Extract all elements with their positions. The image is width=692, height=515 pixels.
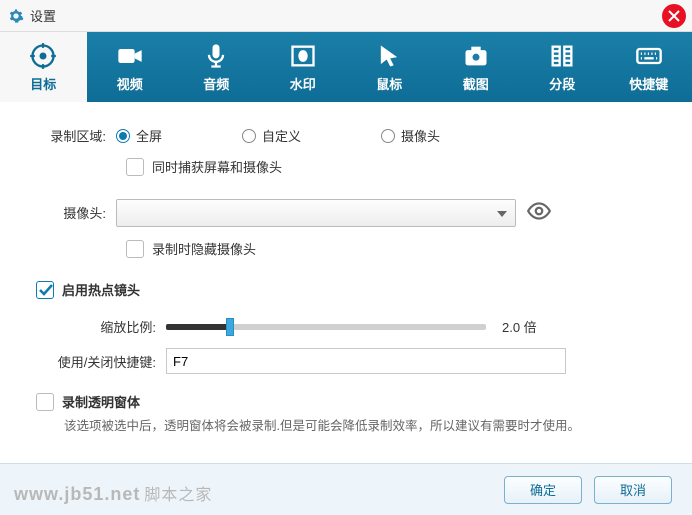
tab-hotkey[interactable]: 快捷键 (606, 32, 692, 102)
camera-select[interactable] (116, 199, 516, 227)
tabbar: 目标 视频 音频 水印 鼠标 截图 分段 快捷键 (0, 32, 692, 102)
chk-transparent-label: 录制透明窗体 (62, 392, 140, 411)
radio-custom[interactable]: 自定义 (242, 126, 301, 145)
tab-audio[interactable]: 音频 (173, 32, 260, 102)
transparent-hint: 该选项被选中后，透明窗体将会被录制.但是可能会降低录制效率，所以建议有需要时才使… (64, 415, 656, 434)
footer: www.jb51.net脚本之家 确定 取消 (0, 463, 692, 515)
chk-transparent[interactable] (36, 393, 54, 411)
titlebar: 设置 (0, 0, 692, 32)
content: 录制区域: 全屏 自定义 摄像头 同时捕获屏幕和摄像头 摄像头: 录制时隐藏摄像… (0, 102, 692, 462)
area-label: 录制区域: (36, 126, 116, 145)
chk-hide-camera[interactable] (126, 240, 144, 258)
close-button[interactable] (662, 4, 686, 28)
hotkey-input[interactable] (166, 348, 566, 374)
radio-camera[interactable]: 摄像头 (381, 126, 440, 145)
zoom-label: 缩放比例: (36, 317, 166, 336)
tab-screenshot[interactable]: 截图 (433, 32, 520, 102)
window-title: 设置 (30, 6, 56, 25)
tab-watermark[interactable]: 水印 (260, 32, 347, 102)
radio-fullscreen[interactable]: 全屏 (116, 126, 162, 145)
tab-mouse[interactable]: 鼠标 (346, 32, 433, 102)
eye-icon[interactable] (526, 198, 552, 227)
tab-target[interactable]: 目标 (0, 32, 87, 102)
gear-icon (8, 8, 24, 24)
ok-button[interactable]: 确定 (504, 476, 582, 504)
chk-enable-hotspot[interactable] (36, 281, 54, 299)
zoom-value: 2.0 倍 (502, 317, 537, 336)
hotkey-label: 使用/关闭快捷键: (36, 352, 166, 371)
tab-segment[interactable]: 分段 (519, 32, 606, 102)
chk-capture-both-label: 同时捕获屏幕和摄像头 (152, 157, 282, 176)
tab-video[interactable]: 视频 (87, 32, 174, 102)
zoom-slider[interactable] (166, 324, 486, 330)
chk-enable-hotspot-label: 启用热点镜头 (62, 280, 140, 299)
cancel-button[interactable]: 取消 (594, 476, 672, 504)
chk-capture-both[interactable] (126, 158, 144, 176)
camera-label: 摄像头: (36, 203, 116, 222)
watermark: www.jb51.net脚本之家 (14, 481, 212, 505)
chk-hide-camera-label: 录制时隐藏摄像头 (152, 239, 256, 258)
